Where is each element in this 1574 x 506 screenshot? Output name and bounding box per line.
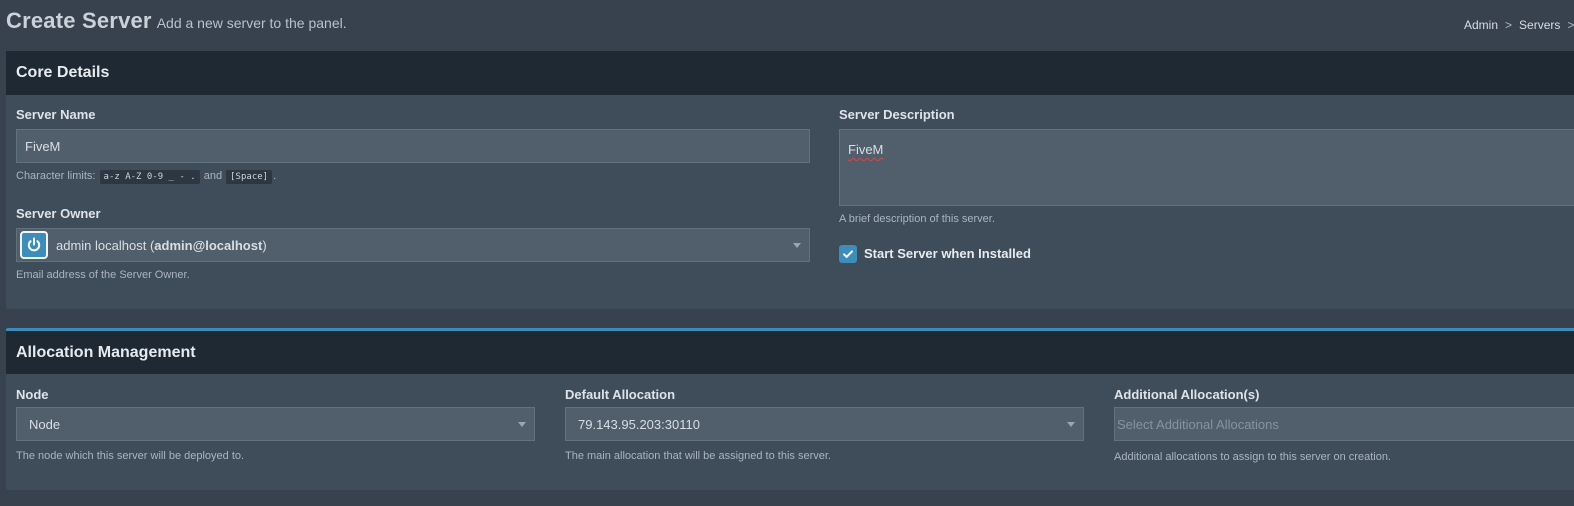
additional-allocations-help: Additional allocations to assign to this… (1114, 451, 1391, 463)
allocation-management-header: Allocation Management (6, 331, 1574, 374)
owner-email: admin@localhost (154, 237, 263, 253)
core-details-box: Core Details Server Name FiveM Character… (6, 51, 1574, 309)
node-select[interactable]: Node (16, 407, 535, 441)
server-name-input[interactable]: FiveM (16, 129, 810, 163)
core-details-title: Core Details (16, 64, 110, 81)
owner-name: admin localhost ( (56, 237, 155, 253)
server-owner-label: Server Owner (16, 206, 101, 221)
server-owner-select[interactable]: admin localhost (admin@localhost) (16, 228, 810, 262)
allocation-management-box: Allocation Management Node Node The node… (6, 328, 1574, 490)
breadcrumb-separator: > (1567, 18, 1574, 32)
breadcrumb-servers[interactable]: Servers (1519, 18, 1560, 32)
page-subtitle: Add a new server to the panel. (156, 15, 347, 31)
default-allocation-value: 79.143.95.203:30110 (578, 416, 700, 432)
server-name-label: Server Name (16, 107, 96, 122)
server-description-label: Server Description (839, 107, 955, 122)
default-allocation-select[interactable]: 79.143.95.203:30110 (565, 407, 1084, 441)
node-help: The node which this server will be deplo… (16, 450, 245, 462)
server-name-help: Character limits: a-z A-Z 0-9 _ - . and … (16, 170, 277, 184)
additional-allocations-label: Additional Allocation(s) (1114, 387, 1260, 402)
default-allocation-help: The main allocation that will be assigne… (565, 450, 831, 462)
additional-allocations-placeholder: Select Additional Allocations (1117, 416, 1279, 432)
server-owner-help: Email address of the Server Owner. (16, 269, 190, 281)
server-name-value: FiveM (25, 138, 61, 154)
default-allocation-label: Default Allocation (565, 387, 676, 402)
owner-close-paren: ) (262, 237, 267, 253)
server-name-help-suffix: . (273, 170, 277, 182)
server-owner-value: admin localhost (admin@localhost) (56, 238, 267, 253)
caret-down-icon (518, 422, 526, 427)
start-when-installed-label[interactable]: Start Server when Installed (864, 246, 1031, 261)
node-value: Node (29, 416, 61, 432)
breadcrumb-separator: > (1505, 18, 1513, 32)
allocation-management-title: Allocation Management (16, 343, 196, 361)
start-when-installed-checkbox[interactable] (839, 245, 857, 263)
server-description-help: A brief description of this server. (839, 213, 995, 225)
allowed-chars-code: a-z A-Z 0-9 _ - . (99, 170, 200, 184)
server-description-value: FiveM (848, 142, 884, 157)
core-details-header: Core Details (6, 51, 1574, 95)
server-name-help-text: Character limits: (16, 170, 96, 182)
space-code: [Space] (226, 170, 273, 184)
node-label: Node (16, 387, 49, 402)
page-header: Create Server Add a new server to the pa… (6, 8, 347, 38)
breadcrumb: Admin > Servers > (1464, 18, 1574, 32)
caret-down-icon (793, 243, 801, 248)
server-description-textarea[interactable]: FiveM (839, 129, 1574, 206)
power-icon (20, 231, 48, 259)
breadcrumb-admin[interactable]: Admin (1464, 18, 1498, 32)
server-name-help-and: and (203, 170, 223, 182)
caret-down-icon (1067, 422, 1075, 427)
page-title: Create Server (6, 8, 152, 33)
check-icon (843, 250, 853, 258)
additional-allocations-select[interactable]: Select Additional Allocations (1114, 407, 1574, 441)
